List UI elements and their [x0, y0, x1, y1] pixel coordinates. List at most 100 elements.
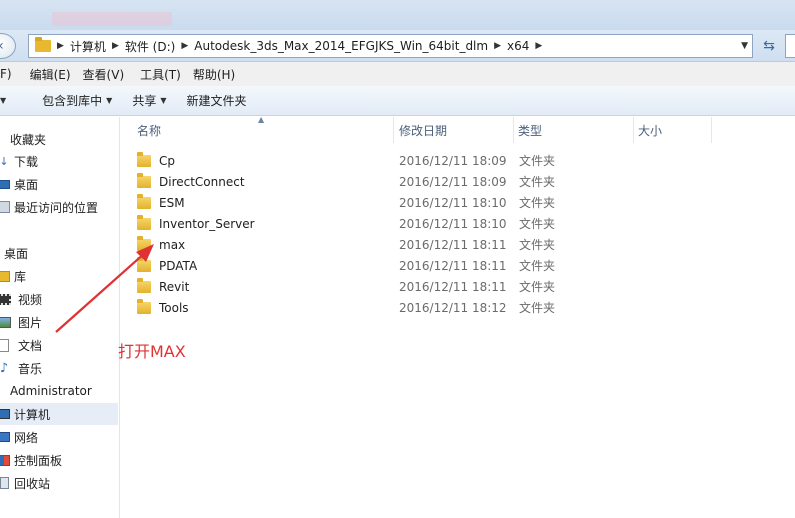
- file-date: 2016/12/11 18:10: [399, 195, 507, 210]
- file-name: PDATA: [159, 258, 198, 273]
- column-size-label: 大小: [638, 123, 663, 138]
- folder-icon: [35, 37, 51, 52]
- search-input[interactable]: [785, 34, 795, 58]
- navigation-pane: 收藏夹 ↓ 下载 桌面 最近访问的位置 桌面 库 视频 图片 文档 ♪ 音乐 A…: [0, 117, 120, 518]
- library-icon: [0, 269, 12, 283]
- breadcrumb-separator-icon[interactable]: ▶: [57, 41, 64, 51]
- nav-libraries[interactable]: 库: [0, 265, 118, 287]
- network-icon: [0, 430, 12, 444]
- breadcrumb-current[interactable]: x64: [507, 39, 529, 53]
- organize-button[interactable]: ▼: [0, 96, 16, 105]
- folder-icon: [137, 151, 151, 167]
- file-date: 2016/12/11 18:11: [399, 237, 507, 252]
- breadcrumb-computer[interactable]: 计算机: [70, 38, 106, 55]
- nav-recycle-bin[interactable]: 回收站: [0, 472, 118, 494]
- column-header-name[interactable]: 名称: [121, 117, 394, 143]
- desktop-icon: [0, 177, 12, 191]
- download-icon: ↓: [0, 154, 9, 168]
- breadcrumb-separator-icon[interactable]: ▶: [535, 41, 542, 51]
- window-title-strip: [0, 0, 795, 30]
- share-button[interactable]: 共享 ▼: [122, 92, 176, 109]
- new-folder-button[interactable]: 新建文件夹: [177, 92, 257, 109]
- nav-documents[interactable]: 文档: [0, 334, 118, 356]
- breadcrumb-separator-icon[interactable]: ▶: [494, 41, 501, 51]
- recent-places-icon: [0, 200, 12, 214]
- folder-icon: [137, 277, 151, 293]
- share-label: 共享: [132, 94, 157, 108]
- file-row-cp[interactable]: Cp 2016/12/11 18:09 文件夹: [137, 150, 567, 171]
- file-type: 文件夹: [519, 175, 556, 189]
- file-row-revit[interactable]: Revit 2016/12/11 18:11 文件夹: [137, 276, 567, 297]
- file-name: DirectConnect: [159, 174, 245, 189]
- nav-computer[interactable]: 计算机: [0, 403, 118, 425]
- file-date: 2016/12/11 18:11: [399, 258, 507, 273]
- file-row-max[interactable]: max 2016/12/11 18:11 文件夹: [137, 234, 567, 255]
- include-label: 包含到库中: [42, 94, 103, 108]
- star-icon: [0, 132, 8, 146]
- folder-icon: [137, 214, 151, 230]
- file-name: Tools: [159, 300, 189, 315]
- column-name-label: 名称: [137, 123, 162, 138]
- file-row-tools[interactable]: Tools 2016/12/11 18:12 文件夹: [137, 297, 567, 318]
- video-icon: [0, 292, 12, 306]
- file-row-directconnect[interactable]: DirectConnect 2016/12/11 18:09 文件夹: [137, 171, 567, 192]
- column-header-type[interactable]: 类型: [514, 117, 634, 143]
- recycle-bin-icon: [0, 476, 12, 490]
- column-header-date[interactable]: 修改日期: [394, 117, 514, 143]
- menu-view[interactable]: 查看(V): [77, 66, 131, 83]
- breadcrumb-drive[interactable]: 软件 (D:): [125, 38, 175, 55]
- file-row-esm[interactable]: ESM 2016/12/11 18:10 文件夹: [137, 192, 567, 213]
- file-row-pdata[interactable]: PDATA 2016/12/11 18:11 文件夹: [137, 255, 567, 276]
- back-button[interactable]: ‹: [0, 33, 16, 59]
- chevron-down-icon: ▼: [160, 96, 167, 105]
- nav-recent-places[interactable]: 最近访问的位置: [0, 196, 118, 218]
- address-bar[interactable]: ▶ 计算机 ▶ 软件 (D:) ▶ Autodesk_3ds_Max_2014_…: [28, 34, 753, 58]
- breadcrumb-separator-icon[interactable]: ▶: [112, 41, 119, 51]
- nav-favorites[interactable]: 收藏夹: [0, 128, 118, 150]
- user-icon: [0, 384, 8, 398]
- folder-icon: [137, 298, 151, 314]
- menu-help[interactable]: 帮助(H): [187, 66, 241, 83]
- breadcrumb-separator-icon[interactable]: ▶: [181, 41, 188, 51]
- breadcrumb-folder[interactable]: Autodesk_3ds_Max_2014_EFGJKS_Win_64bit_d…: [194, 39, 488, 53]
- refresh-icon[interactable]: ⇆: [757, 34, 781, 58]
- nav-desktop-root[interactable]: 桌面: [0, 242, 118, 264]
- file-type: 文件夹: [519, 238, 556, 252]
- menu-file[interactable]: F): [0, 67, 18, 81]
- file-type: 文件夹: [519, 154, 556, 168]
- file-type: 文件夹: [519, 217, 556, 231]
- column-type-label: 类型: [518, 123, 543, 138]
- file-name: max: [159, 237, 186, 252]
- column-header-size[interactable]: 大小: [634, 117, 712, 143]
- menu-bar: F) 编辑(E) 查看(V) 工具(T) 帮助(H): [0, 62, 795, 86]
- title-blur: [52, 12, 172, 26]
- nav-administrator[interactable]: Administrator: [0, 380, 118, 402]
- file-row-inventor-server[interactable]: Inventor_Server 2016/12/11 18:10 文件夹: [137, 213, 567, 234]
- picture-icon: [0, 315, 12, 329]
- nav-downloads[interactable]: ↓ 下载: [0, 150, 118, 172]
- nav-videos[interactable]: 视频: [0, 288, 118, 310]
- file-list: ▲ 名称 修改日期 类型 大小 Cp 2016/12/11 18:09 文件夹 …: [121, 115, 795, 518]
- computer-icon: [0, 407, 12, 421]
- file-date: 2016/12/11 18:10: [399, 216, 507, 231]
- nav-pictures[interactable]: 图片: [0, 311, 118, 333]
- music-icon: ♪: [0, 360, 9, 376]
- file-type: 文件夹: [519, 301, 556, 315]
- folder-icon: [137, 193, 151, 209]
- file-name: ESM: [159, 195, 185, 210]
- folder-icon: [137, 256, 151, 272]
- menu-tools[interactable]: 工具(T): [134, 66, 187, 83]
- file-type: 文件夹: [519, 259, 556, 273]
- command-bar: ▼ 包含到库中 ▼ 共享 ▼ 新建文件夹: [0, 86, 795, 116]
- chevron-down-icon[interactable]: ▼: [741, 41, 748, 51]
- menu-edit[interactable]: 编辑(E): [24, 66, 77, 83]
- nav-music[interactable]: ♪ 音乐: [0, 357, 118, 379]
- nav-control-panel[interactable]: 控制面板: [0, 449, 118, 471]
- file-date: 2016/12/11 18:09: [399, 174, 507, 189]
- folder-icon: [137, 172, 151, 188]
- include-in-library-button[interactable]: 包含到库中 ▼: [32, 92, 122, 109]
- nav-network[interactable]: 网络: [0, 426, 118, 448]
- nav-desktop[interactable]: 桌面: [0, 173, 118, 195]
- folder-icon: [137, 235, 151, 251]
- file-type: 文件夹: [519, 280, 556, 294]
